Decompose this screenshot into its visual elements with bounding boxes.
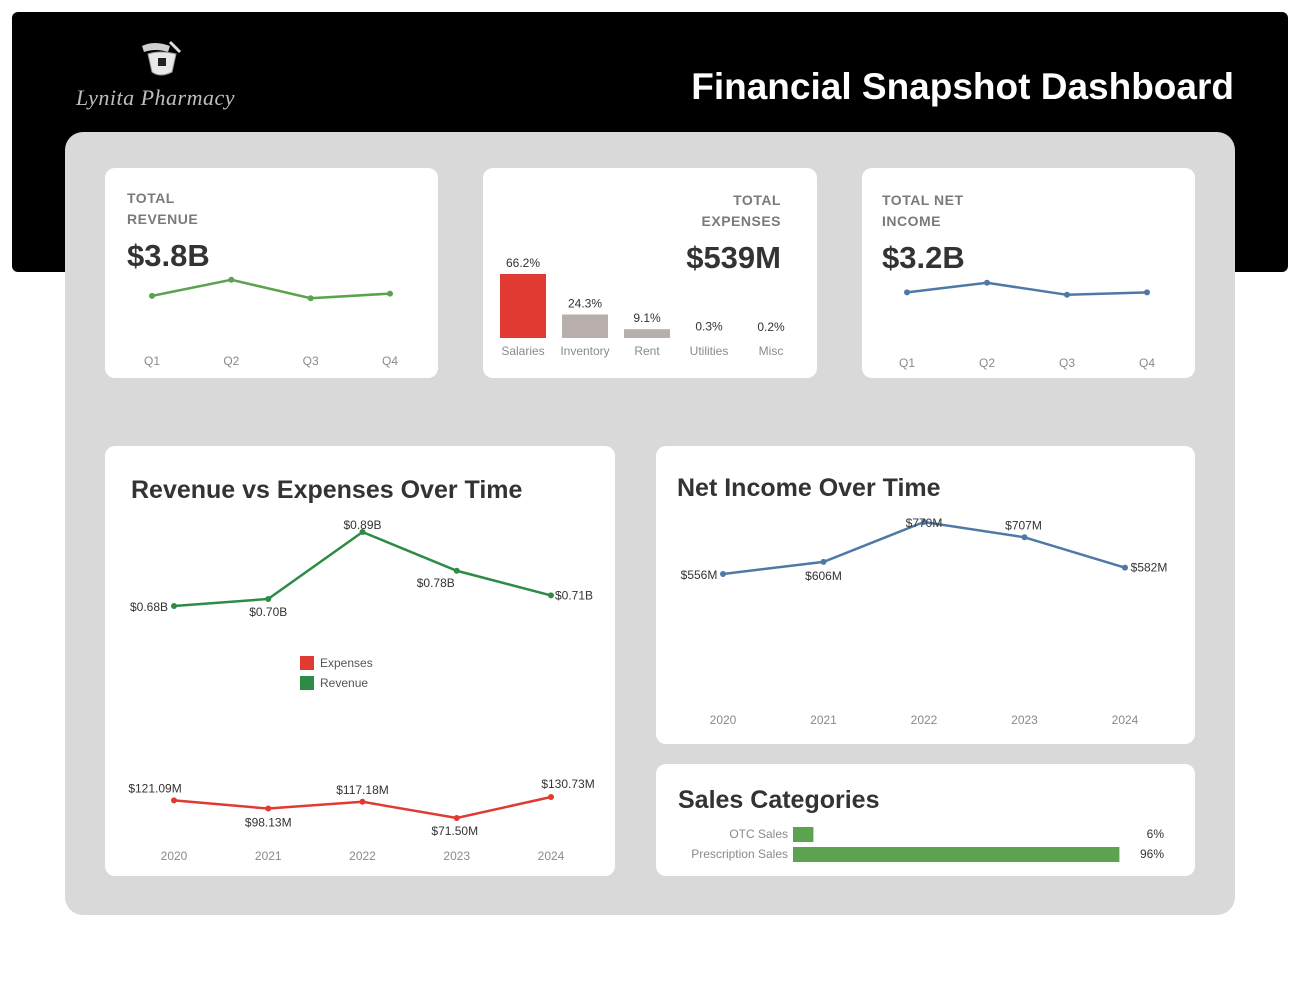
net-income-series-point-4	[1122, 564, 1128, 571]
kpi-card-expenses: TOTAL EXPENSES $539M 66.2% Salaries 24.3% I…	[483, 168, 817, 378]
net-q-point-0	[904, 289, 910, 296]
expenses-bar-1	[562, 314, 608, 338]
revenue-series-point-3	[453, 567, 460, 574]
sales-bar-value-0: 6%	[1147, 827, 1165, 841]
net-income-series-point-1	[820, 558, 827, 565]
revenue-vs-expenses-card: Revenue vs Expenses Over Time $0.68B $0.7…	[105, 446, 615, 876]
expenses-bar-chart: 66.2% Salaries 24.3% Inventory 9.1% Rent 0.3% U…	[500, 256, 785, 358]
revenue-q-x-tick-3: Q4	[382, 354, 398, 368]
expenses-series-point-1	[265, 805, 272, 812]
net-income-series-data-label-1: $606M	[805, 569, 842, 583]
revenue-q-point-1	[228, 276, 235, 283]
expenses-series-data-label-4: $130.73M	[541, 777, 594, 791]
expenses-series-point-3	[453, 815, 460, 821]
legend-swatch-expenses	[300, 656, 314, 670]
revenue-q-point-0	[149, 292, 155, 299]
net-income-sparkline: Q1 Q2 Q3 Q4	[899, 279, 1155, 370]
revenue-q-x-tick-1: Q2	[223, 354, 239, 368]
net-income-series-x-tick-3: 2023	[1011, 713, 1038, 727]
revenue-series-data-label-3: $0.78B	[417, 576, 455, 590]
legend-swatch-revenue	[300, 676, 314, 690]
expenses-category-2: Rent	[634, 344, 660, 358]
expenses-series-data-label-3: $71.50M	[431, 824, 478, 838]
sales-categories-card: Sales Categories OTC Sales 6% Prescription…	[656, 764, 1195, 876]
net-income-card: Net Income Over Time $556M $606M $770M $707…	[656, 446, 1195, 744]
chart-legend: Expenses Revenue	[300, 653, 373, 693]
net-q-point-1	[984, 279, 990, 286]
net-income-series-x-tick-4: 2024	[1112, 713, 1139, 727]
revenue-q-point-3	[387, 290, 393, 297]
expenses-series-x-tick-3: 2023	[443, 849, 470, 863]
net-q-point-3	[1144, 289, 1150, 296]
revenue-q-line	[151, 278, 391, 300]
expenses-category-4: Misc	[759, 344, 784, 358]
net-income-series-data-label-0: $556M	[681, 568, 718, 582]
expenses-bar-label-0: 66.2%	[506, 256, 540, 270]
revenue-series-data-label-2: $0.89B	[343, 518, 381, 532]
net-income-series-x-tick-1: 2021	[810, 713, 837, 727]
net-q-point-2	[1064, 291, 1070, 298]
dashboard-panel: TOTAL REVENUE $3.8B Q1 Q2 Q3 Q4 TOTAL EXPEN…	[65, 132, 1235, 915]
sales-bar-1	[793, 847, 1120, 862]
mortar-pestle-icon	[142, 40, 182, 76]
net-income-series-data-label-4: $582M	[1131, 561, 1168, 575]
net-income-chart: $556M $606M $770M $707M $582M 2020 2021 2022 202…	[681, 516, 1168, 727]
net-income-series-point-3	[1021, 534, 1028, 541]
net-income-series-x-tick-0: 2020	[710, 713, 737, 727]
legend-label-revenue: Revenue	[320, 676, 369, 690]
revenue-series-line	[173, 530, 552, 608]
legend-item-expenses[interactable]: Expenses	[300, 653, 373, 673]
sales-category-label-0: OTC Sales	[729, 827, 788, 841]
expenses-bar-2	[624, 329, 670, 338]
expenses-category-3: Utilities	[690, 344, 729, 358]
expenses-series-x-tick-4: 2024	[538, 849, 565, 863]
expenses-bar-label-2: 9.1%	[633, 311, 661, 325]
sales-category-label-1: Prescription Sales	[691, 847, 788, 861]
net-income-series-point-0	[720, 571, 726, 577]
expenses-series-data-label-0: $121.09M	[128, 781, 181, 795]
legend-label-expenses: Expenses	[320, 656, 373, 670]
legend-item-revenue[interactable]: Revenue	[300, 673, 373, 693]
revenue-series-point-1	[265, 595, 272, 602]
expenses-category-1: Inventory	[560, 344, 609, 358]
net-income-series-data-label-3: $707M	[1005, 518, 1042, 532]
expenses-series-data-label-1: $98.13M	[245, 816, 292, 830]
revenue-series-data-label-1: $0.70B	[249, 605, 287, 619]
sales-bar-0	[793, 827, 814, 842]
revenue-q-point-2	[307, 295, 314, 302]
revenue-series-data-label-4: $0.71B	[555, 588, 593, 602]
revenue-series-point-4	[548, 592, 554, 599]
expenses-bar-label-4: 0.2%	[757, 320, 785, 334]
expenses-series-data-label-2: $117.18M	[336, 783, 388, 797]
expenses-series-point-4	[548, 794, 554, 800]
brand-name: Lynita Pharmacy	[76, 85, 235, 110]
dashboard-title: Financial Snapshot Dashboard	[691, 66, 1234, 107]
expenses-series-x-tick-1: 2021	[255, 849, 282, 863]
net-q-x-tick-3: Q4	[1139, 356, 1155, 370]
expenses-bar-0	[500, 274, 546, 338]
revenue-q-x-tick-0: Q1	[144, 354, 160, 368]
net-income-series-data-label-2: $770M	[906, 516, 943, 530]
expenses-category-0: Salaries	[501, 344, 544, 358]
expenses-series-x-tick-0: 2020	[161, 849, 188, 863]
expenses-bar-label-3: 0.3%	[695, 320, 723, 334]
kpi-card-revenue: TOTAL REVENUE $3.8B Q1 Q2 Q3 Q4	[105, 168, 438, 378]
revenue-q-x-tick-2: Q3	[303, 354, 319, 368]
expenses-series-x-tick-2: 2022	[349, 849, 376, 863]
revenue-series-point-0	[171, 603, 177, 609]
net-q-x-tick-1: Q2	[979, 356, 995, 370]
sales-categories-chart: OTC Sales 6% Prescription Sales 96%	[691, 827, 1165, 862]
revenue-series-data-label-0: $0.68B	[130, 600, 168, 614]
expenses-series-point-0	[171, 797, 177, 804]
net-income-series-x-tick-2: 2022	[911, 713, 938, 727]
revenue-sparkline: Q1 Q2 Q3 Q4	[144, 276, 398, 368]
kpi-card-net-income: TOTAL NET INCOME $3.2B Q1 Q2 Q3 Q4	[862, 168, 1195, 378]
expenses-series-point-2	[359, 798, 366, 805]
expenses-bar-label-1: 24.3%	[568, 297, 602, 311]
brand-logo: Lynita Pharmacy	[72, 38, 252, 118]
net-q-line	[906, 281, 1148, 297]
sales-bar-value-1: 96%	[1140, 847, 1164, 861]
net-q-x-tick-0: Q1	[899, 356, 915, 370]
net-q-x-tick-2: Q3	[1059, 356, 1075, 370]
